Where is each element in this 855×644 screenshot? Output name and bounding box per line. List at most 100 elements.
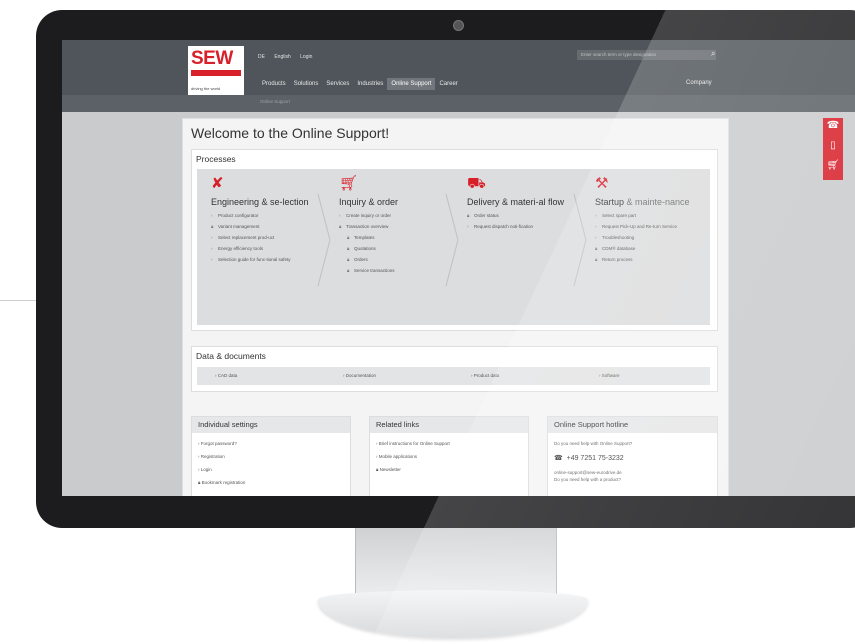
country-selector[interactable]: DE [258, 54, 265, 60]
phone-number: +49 7251 75-3232 [566, 455, 624, 462]
list-item[interactable]: 🔒︎ Bookmark registration [198, 480, 245, 485]
list-item[interactable]: › Product configurator [211, 213, 323, 218]
item-label: Energy efficiency tools [218, 246, 263, 251]
list-item[interactable]: 🔒︎ Order status [467, 213, 579, 218]
list-item[interactable]: › Request dispatch noti-fication [467, 224, 579, 229]
chevron-right-icon: › [595, 224, 597, 229]
logo-tagline: driving the world [191, 86, 221, 91]
chevron-right-icon: › [211, 213, 213, 218]
list-item[interactable]: › Energy efficiency tools [211, 246, 323, 251]
item-label: Quotations [354, 246, 376, 251]
nav-solutions[interactable]: Solutions [290, 78, 323, 90]
hotline-phone[interactable]: ☎ +49 7251 75-3232 [554, 454, 632, 462]
link-label: Product data [473, 373, 500, 378]
lock-icon: 🔒︎ [347, 235, 350, 240]
link-label: CAD data [217, 373, 238, 378]
chevron-right-icon: › [595, 213, 597, 218]
list-item[interactable]: › Select replacement prod-uct [211, 235, 323, 240]
list-item[interactable]: › Login [198, 467, 245, 472]
link-software[interactable]: › Software [599, 373, 620, 378]
list-item[interactable]: 🔒︎ Transaction overview [339, 224, 451, 229]
list-item[interactable]: › Selection guide for func-tional safety [211, 257, 323, 262]
chevron-right-icon: › [211, 257, 213, 262]
item-label: Request dispatch noti-fication [474, 224, 534, 229]
title-main: Startup [595, 197, 625, 207]
link-product-data[interactable]: › Product data [471, 373, 499, 378]
wrench-icon: ⚒ [595, 175, 609, 192]
list-item[interactable]: 🔒︎ CDM® database [595, 246, 707, 251]
list-item[interactable]: 🔒︎ Orders [339, 257, 451, 262]
list-item[interactable]: 🔒︎ Quotations [339, 246, 451, 251]
page-content: Welcome to the Online Support! Processes… [182, 118, 729, 496]
document-icon[interactable]: ▯ [823, 140, 843, 151]
phone-icon: ☎ [554, 455, 567, 462]
nav-online-support[interactable]: Online Support [387, 78, 436, 90]
list-item[interactable]: › Troubleshooting [595, 235, 707, 240]
list-item[interactable]: 🔒︎ Templates [339, 235, 451, 240]
search-icon[interactable]: ⌕ [711, 49, 715, 59]
process-column-startup: ⚒ Startup & mainte-nance › Select spare p… [595, 175, 707, 268]
item-label: Select replacement prod-uct [218, 235, 275, 240]
hotline-question-2: Do you need help with a product? [554, 477, 622, 482]
login-link[interactable]: Login [300, 54, 312, 60]
cart-icon[interactable]: 🛒︎ [823, 160, 843, 171]
column-title[interactable]: Delivery & materi-al flow [467, 197, 579, 207]
item-label: Troubleshooting [602, 235, 635, 240]
item-label: Registration [200, 454, 225, 459]
logo-bar [191, 70, 241, 76]
lock-icon: 🔒︎ [211, 224, 214, 229]
list-item[interactable]: 🔒︎ Variant management [211, 224, 323, 229]
nav-company[interactable]: Company [686, 80, 712, 86]
nav-industries[interactable]: Industries [353, 78, 387, 90]
hotline-question: Do you need help with Online Support? [554, 441, 633, 446]
item-label: Variant management [218, 224, 260, 229]
item-label: CDM® database [602, 246, 636, 251]
item-label: Login [200, 467, 212, 472]
search-input[interactable]: Enter search term or type designation [577, 50, 716, 60]
link-label: Software [601, 373, 620, 378]
chevron-right-icon: › [211, 246, 213, 251]
nav-career[interactable]: Career [435, 78, 461, 90]
main-nav: Products Solutions Services Industries O… [258, 76, 462, 92]
chevron-right-icon: › [211, 235, 213, 240]
list-item[interactable]: 🔒︎ Newsletter [376, 467, 450, 472]
item-label: Return process [602, 257, 633, 262]
camera-icon [453, 20, 464, 31]
list-item[interactable]: › Select spare part [595, 213, 707, 218]
list-item[interactable]: › Forgot password? [198, 441, 245, 446]
link-cad-data[interactable]: › CAD data [215, 373, 237, 378]
list-item[interactable]: 🔒︎ Service transactions [339, 268, 451, 273]
list-item[interactable]: › Registration [198, 454, 245, 459]
link-documentation[interactable]: › Documentation [343, 373, 376, 378]
breadcrumb[interactable]: Online Support [260, 99, 290, 104]
nav-products[interactable]: Products [258, 78, 290, 90]
nav-services[interactable]: Services [322, 78, 353, 90]
cart-icon: 🛒︎ [339, 175, 359, 192]
truck-icon: ⛟ [467, 175, 486, 192]
list-item[interactable]: 🔒︎ Return process [595, 257, 707, 262]
column-title[interactable]: Startup & mainte-nance [595, 197, 707, 207]
list-item[interactable]: › Mobile applications [376, 454, 450, 459]
sub-nav-bar: Online Support [62, 95, 855, 112]
lock-icon: 🔒︎ [467, 213, 470, 218]
hotline-email[interactable]: online-support@sew-eurodrive.de [554, 470, 632, 475]
column-title[interactable]: Inquiry & order [339, 197, 451, 207]
language-selector[interactable]: English [274, 54, 290, 60]
list-item[interactable]: › Brief instructions for Online Support [376, 441, 450, 446]
item-label: Bookmark registration [201, 480, 246, 485]
phone-icon[interactable]: ☎ [823, 120, 843, 131]
item-label: Mobile applications [378, 454, 418, 459]
processes-panel: ✘ Engineering & se-lection › Product conf… [197, 169, 710, 325]
list-item[interactable]: › Create inquiry or order [339, 213, 451, 218]
sew-logo[interactable]: SEW driving the world [188, 46, 244, 98]
list-item[interactable]: › Request Pick-Up and Re-turn Service [595, 224, 707, 229]
lock-icon: 🔒︎ [595, 257, 598, 262]
monitor-stand-neck [355, 528, 557, 598]
chevron-right-icon: › [595, 235, 597, 240]
tools-icon: ✘ [211, 175, 224, 192]
column-title[interactable]: Engineering & se-lection [211, 197, 323, 207]
item-label: Orders [354, 257, 368, 262]
link-label: Documentation [345, 373, 377, 378]
logo-text: SEW [191, 48, 233, 69]
chevron-right-icon: › [339, 213, 341, 218]
